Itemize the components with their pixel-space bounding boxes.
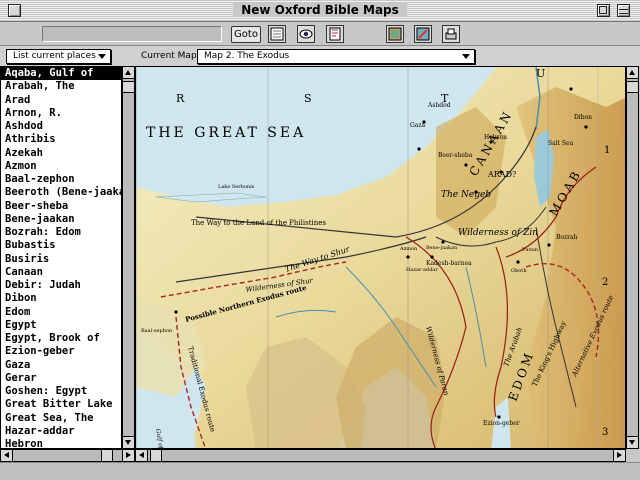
notes-icon[interactable] [268,25,286,43]
list-item[interactable]: Dibon [1,292,121,305]
grid-number-1: 1 [604,145,610,156]
chevron-down-icon [98,54,106,59]
azmon-label: Azmon [399,246,418,252]
salt-sea-label: Salt Sea [548,140,574,147]
beer-sheba-label: Beer-sheba [438,152,473,159]
list-item[interactable]: Bozrah: Edom [1,226,121,239]
current-map-popup[interactable]: Map 2. The Exodus [197,49,475,64]
current-map-value: Map 2. The Exodus [204,51,290,61]
list-item[interactable]: Azekah [1,147,121,160]
map-view[interactable]: R S T U 1 2 3 THE GREAT SEA CANAAN MOAB … [135,66,626,449]
scroll-up-icon[interactable] [123,67,134,79]
current-map-label: Current Map: [141,51,200,61]
way-philistines-label: The Way to the Land of the Philistines [191,219,326,227]
list-item[interactable]: Ezion-geber [1,345,121,358]
scroll-thumb[interactable] [123,81,134,93]
list-item[interactable]: Edom [1,306,121,319]
scroll-down-icon[interactable] [627,436,638,448]
negeb-label: The Negeb [441,190,491,200]
list-popup[interactable]: List current places [6,49,111,64]
map-book-icon[interactable] [386,25,404,43]
list-item[interactable]: Great Sea, The [1,412,121,425]
ezion-label: Ezion-geber [483,420,520,427]
print-icon[interactable] [442,25,460,43]
grid-letter-s: S [304,92,312,105]
hebron-label: Hebron [484,134,507,141]
close-box[interactable] [8,4,21,17]
scroll-left-icon[interactable] [1,450,13,461]
compass-icon[interactable] [414,25,432,43]
wilderness-zin-label: Wilderness of Zin [458,228,538,238]
list-item[interactable]: Debir: Judah [1,279,121,292]
scroll-thumb[interactable] [150,450,162,461]
list-item[interactable]: Egypt [1,319,121,332]
list-item[interactable]: Bubastis [1,239,121,252]
list-item[interactable]: Hazar-addar [1,425,121,438]
list-item[interactable]: Athribis [1,133,121,146]
window-title: New Oxford Bible Maps [233,3,407,17]
gaza-label: Gaza [410,122,426,129]
list-item[interactable]: Gerar [1,372,121,385]
map-vertical-scrollbar[interactable] [626,66,639,449]
list-item[interactable]: Azmon [1,160,121,173]
bookmark-icon[interactable] [326,25,344,43]
title-bar[interactable]: New Oxford Bible Maps [0,0,640,22]
list-item[interactable]: Arnon, R. [1,107,121,120]
scroll-thumb[interactable] [101,450,113,461]
scroll-thumb[interactable] [627,81,638,93]
list-item[interactable]: Ashdod [1,120,121,133]
list-popup-label: List current places [13,51,96,61]
oboth-label: Oboth [511,268,527,274]
control-row: List current places Current Map: Map 2. … [0,46,640,66]
ashdod-label: Ashdod [427,102,451,109]
list-item[interactable]: Arabah, The [1,80,121,93]
baal-zephon-label: Baal-zephon [141,328,173,334]
list-item[interactable]: Aqaba, Gulf of [1,67,121,81]
map-horizontal-scrollbar[interactable] [135,449,626,462]
arad-label: ARAD? [487,170,516,179]
list-horizontal-scrollbar[interactable] [0,449,135,462]
list-item[interactable]: Arad [1,94,121,107]
grid-number-3: 3 [602,427,608,438]
hazar-addar-label: Hazar-addar [406,267,438,273]
list-item[interactable]: Bene-jaakan [1,213,121,226]
place-list[interactable]: Aqaba, Gulf of Arabah, The Arad Arnon, R. As… [0,66,122,449]
list-item[interactable]: Beer-sheba [1,200,121,213]
grid-number-2: 2 [602,277,608,288]
status-field [42,26,222,42]
list-item[interactable]: Baal-zephon [1,173,121,186]
list-item[interactable]: Egypt, Brook of [1,332,121,345]
toolbar: Goto [0,22,640,46]
bozrah-label: Bozrah [556,234,578,241]
grid-letter-u: U [536,67,545,80]
list-item[interactable]: Hebron [1,438,121,448]
bottom-bar [0,462,640,480]
list-item[interactable]: Beeroth (Bene-jaakan) [1,186,121,199]
list-vertical-scrollbar[interactable] [122,66,135,449]
grid-letter-r: R [176,92,185,105]
scroll-left-icon[interactable] [136,450,148,461]
eye-icon[interactable] [297,25,315,43]
collapse-box[interactable] [617,4,630,17]
list-item[interactable]: Great Bitter Lake [1,398,121,411]
scroll-up-icon[interactable] [627,67,638,79]
great-sea-label: THE GREAT SEA [146,125,306,141]
goto-button[interactable]: Goto [231,26,261,43]
zoom-box[interactable] [597,4,610,17]
list-item[interactable]: Gaza [1,359,121,372]
dibon-label: Dibon [574,114,592,121]
lake-serbonis-label: Lake Serbonis [218,184,255,190]
chevron-down-icon [462,54,470,59]
kadesh-label: Kadesh-barnea [426,260,472,267]
bene-jaakan-label: Bene-jaakan [426,245,458,251]
scroll-down-icon[interactable] [123,436,134,448]
list-item[interactable]: Busiris [1,253,121,266]
punon-label: Punon [522,247,539,253]
scroll-right-icon[interactable] [613,450,625,461]
scroll-right-icon[interactable] [122,450,134,461]
list-item[interactable]: Goshen: Egypt [1,385,121,398]
list-item[interactable]: Canaan [1,266,121,279]
